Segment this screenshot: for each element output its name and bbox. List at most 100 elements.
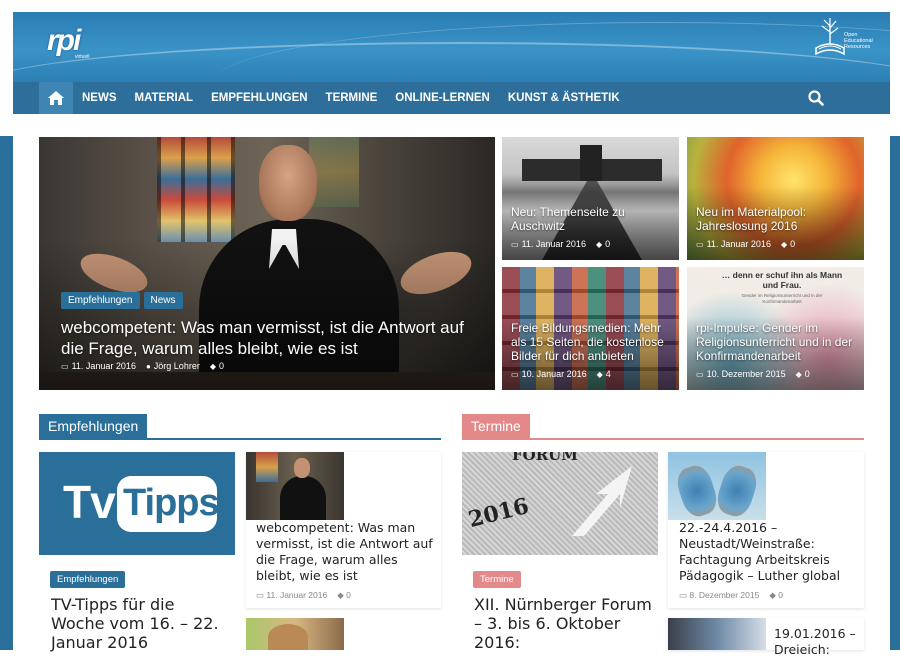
dreieich-thumb — [668, 618, 766, 650]
featured-main-tags: Empfehlungen News — [61, 292, 183, 309]
featured-tile-auschwitz[interactable]: Neu: Themenseite zu Auschwitz ▭ 11. Janua… — [502, 137, 679, 260]
featured-tile-jahreslosung[interactable]: Neu im Materialpool: Jahreslosung 2016 ▭… — [687, 137, 864, 260]
gender-image-subtext: Gender im Religionsunterricht und in der… — [741, 293, 823, 304]
post-card-fachtagung[interactable]: 22.-24.4.2016 – Neustadt/Weinstraße: Fac… — [668, 452, 864, 608]
tile-title[interactable]: Neu: Themenseite zu Auschwitz — [511, 205, 671, 233]
post-date[interactable]: 11. Januar 2016 — [707, 239, 771, 249]
preacher-head — [259, 145, 317, 221]
comment-icon: ◆ — [596, 370, 603, 379]
teddy-image — [268, 624, 308, 650]
post-date[interactable]: 10. Januar 2016 — [522, 369, 587, 379]
post-date[interactable]: 11. Januar 2016 — [72, 361, 136, 371]
tv-tipps-image: Tv Tipps — [39, 452, 235, 555]
thumb-head — [294, 458, 310, 478]
category-badge[interactable]: Empfehlungen — [50, 571, 126, 588]
post-title[interactable]: TV-Tipps für die Woche vom 16. – 22. Jan… — [51, 595, 231, 652]
nav-item-kunst-aesthetik[interactable]: KUNST & ÄSTHETIK — [508, 92, 620, 104]
comment-icon: ◆ — [209, 362, 216, 371]
featured-tile-gender[interactable]: … denn er schuf ihn als Mann und Frau. G… — [687, 267, 864, 390]
search-button[interactable] — [808, 90, 824, 106]
search-icon — [808, 90, 824, 106]
forum-image-text: FORUM — [512, 452, 578, 464]
comment-count[interactable]: 0 — [778, 590, 783, 600]
post-card-tv-tipps[interactable]: Tv Tipps Empfehlungen TV-Tipps für die W… — [39, 452, 235, 652]
hand-globe-left — [673, 461, 721, 520]
page-frame-right — [890, 136, 900, 650]
page-frame-left — [0, 136, 13, 650]
nav-item-material[interactable]: MATERIAL — [135, 92, 194, 104]
calendar-icon: ▭ — [256, 590, 267, 600]
comment-count[interactable]: 0 — [346, 590, 351, 600]
user-icon: ● — [145, 362, 151, 371]
post-date[interactable]: 11. Januar 2016 — [522, 239, 586, 249]
logo-subtext: virtuell — [75, 54, 90, 60]
nav-item-online-lernen[interactable]: ONLINE-LERNEN — [395, 92, 490, 104]
post-meta: ▭ 11. Januar 2016 ◆ 0 — [256, 590, 351, 601]
section-heading-termine[interactable]: Termine — [462, 414, 530, 438]
tile-meta: ▭ 10. Januar 2016 ◆ 4 — [511, 369, 611, 379]
featured-main-meta: ▭ 11. Januar 2016 ● Jörg Lohrer ◆ 0 — [61, 361, 224, 371]
post-date[interactable]: 10. Dezember 2015 — [707, 369, 786, 379]
thumb-window — [256, 452, 278, 482]
calendar-icon: ▭ — [696, 240, 704, 249]
comment-count[interactable]: 4 — [606, 369, 611, 379]
tile-title[interactable]: Neu im Materialpool: Jahreslosung 2016 — [696, 205, 856, 233]
category-badge[interactable]: Termine — [473, 571, 521, 588]
stained-glass-window — [157, 137, 235, 242]
post-date[interactable]: 11. Januar 2016 — [266, 590, 327, 600]
calendar-icon: ▭ — [61, 362, 69, 371]
comment-icon: ◆ — [769, 590, 779, 600]
site-logo[interactable]: rpi virtuell — [47, 24, 99, 61]
post-card-webcompetent[interactable]: webcompetent: Was man vermisst, ist die … — [246, 452, 441, 608]
tile-title[interactable]: rpi-Impulse: Gender im Religionsunterric… — [696, 321, 858, 363]
post-date[interactable]: 8. Dezember 2015 — [689, 590, 759, 600]
site-header: rpi virtuell Open Educational Resources — [13, 12, 890, 82]
open-book-icon — [815, 18, 845, 56]
calendar-icon: ▭ — [696, 370, 704, 379]
forum-image: FORUM 2016 — [462, 452, 658, 555]
forum-arrow-shape — [572, 466, 632, 536]
post-title[interactable]: XII. Nürnberger Forum – 3. bis 6. Oktobe… — [474, 595, 656, 652]
tipps-box: Tipps — [117, 476, 220, 532]
tv-text: Tv — [63, 476, 116, 528]
tile-meta: ▭ 11. Januar 2016 ◆ 0 — [511, 239, 610, 249]
comment-count[interactable]: 0 — [790, 239, 795, 249]
forum-year-text: 2016 — [465, 492, 532, 534]
thumb-figure — [280, 476, 326, 520]
post-card-teddy-thumb[interactable] — [246, 618, 344, 650]
tipps-text: Tipps — [123, 482, 220, 524]
comment-count[interactable]: 0 — [605, 239, 610, 249]
comment-icon: ◆ — [795, 370, 802, 379]
tile-title[interactable]: Freie Bildungsmedien: Mehr als 15 Seiten… — [511, 321, 673, 363]
oer-logo[interactable]: Open Educational Resources — [814, 18, 876, 72]
gate-tower — [580, 145, 602, 181]
nav-item-empfehlungen[interactable]: EMPFEHLUNGEN — [211, 92, 307, 104]
nav-item-termine[interactable]: TERMINE — [326, 92, 378, 104]
oer-text: Open Educational Resources — [844, 32, 873, 50]
post-card-nuernberger-forum[interactable]: FORUM 2016 Termine XII. Nürnberger Forum… — [462, 452, 658, 652]
featured-main-title[interactable]: webcompetent: Was man vermisst, ist die … — [61, 317, 491, 359]
section-underline — [39, 438, 441, 440]
nav-item-news[interactable]: NEWS — [82, 92, 117, 104]
post-title[interactable]: webcompetent: Was man vermisst, ist die … — [256, 520, 436, 584]
section-underline — [462, 438, 864, 440]
fachtagung-thumb — [668, 452, 766, 520]
post-title[interactable]: 22.-24.4.2016 – Neustadt/Weinstraße: Fac… — [679, 520, 861, 584]
home-button[interactable] — [39, 82, 73, 114]
gender-image-text: … denn er schuf ihn als Mann und Frau. — [721, 270, 843, 290]
main-nav: NEWS MATERIAL EMPFEHLUNGEN TERMINE ONLIN… — [13, 82, 890, 114]
category-badge[interactable]: News — [143, 292, 183, 309]
post-title[interactable]: 19.01.2016 – Dreieich: — [774, 626, 862, 658]
featured-main-post[interactable]: Empfehlungen News webcompetent: Was man … — [39, 137, 495, 390]
comment-count[interactable]: 0 — [219, 361, 224, 371]
category-badge[interactable]: Empfehlungen — [61, 292, 140, 309]
section-heading-empfehlungen[interactable]: Empfehlungen — [39, 414, 148, 438]
post-card-dreieich[interactable]: 19.01.2016 – Dreieich: — [668, 618, 864, 657]
tile-meta: ▭ 11. Januar 2016 ◆ 0 — [696, 239, 795, 249]
logo-text: rpi — [47, 24, 81, 57]
featured-tile-bildungsmedien[interactable]: Freie Bildungsmedien: Mehr als 15 Seiten… — [502, 267, 679, 390]
comment-icon: ◆ — [595, 240, 603, 249]
tile-meta: ▭ 10. Dezember 2015 ◆ 0 — [696, 369, 810, 379]
post-author[interactable]: Jörg Lohrer — [154, 361, 200, 371]
comment-count[interactable]: 0 — [805, 369, 810, 379]
